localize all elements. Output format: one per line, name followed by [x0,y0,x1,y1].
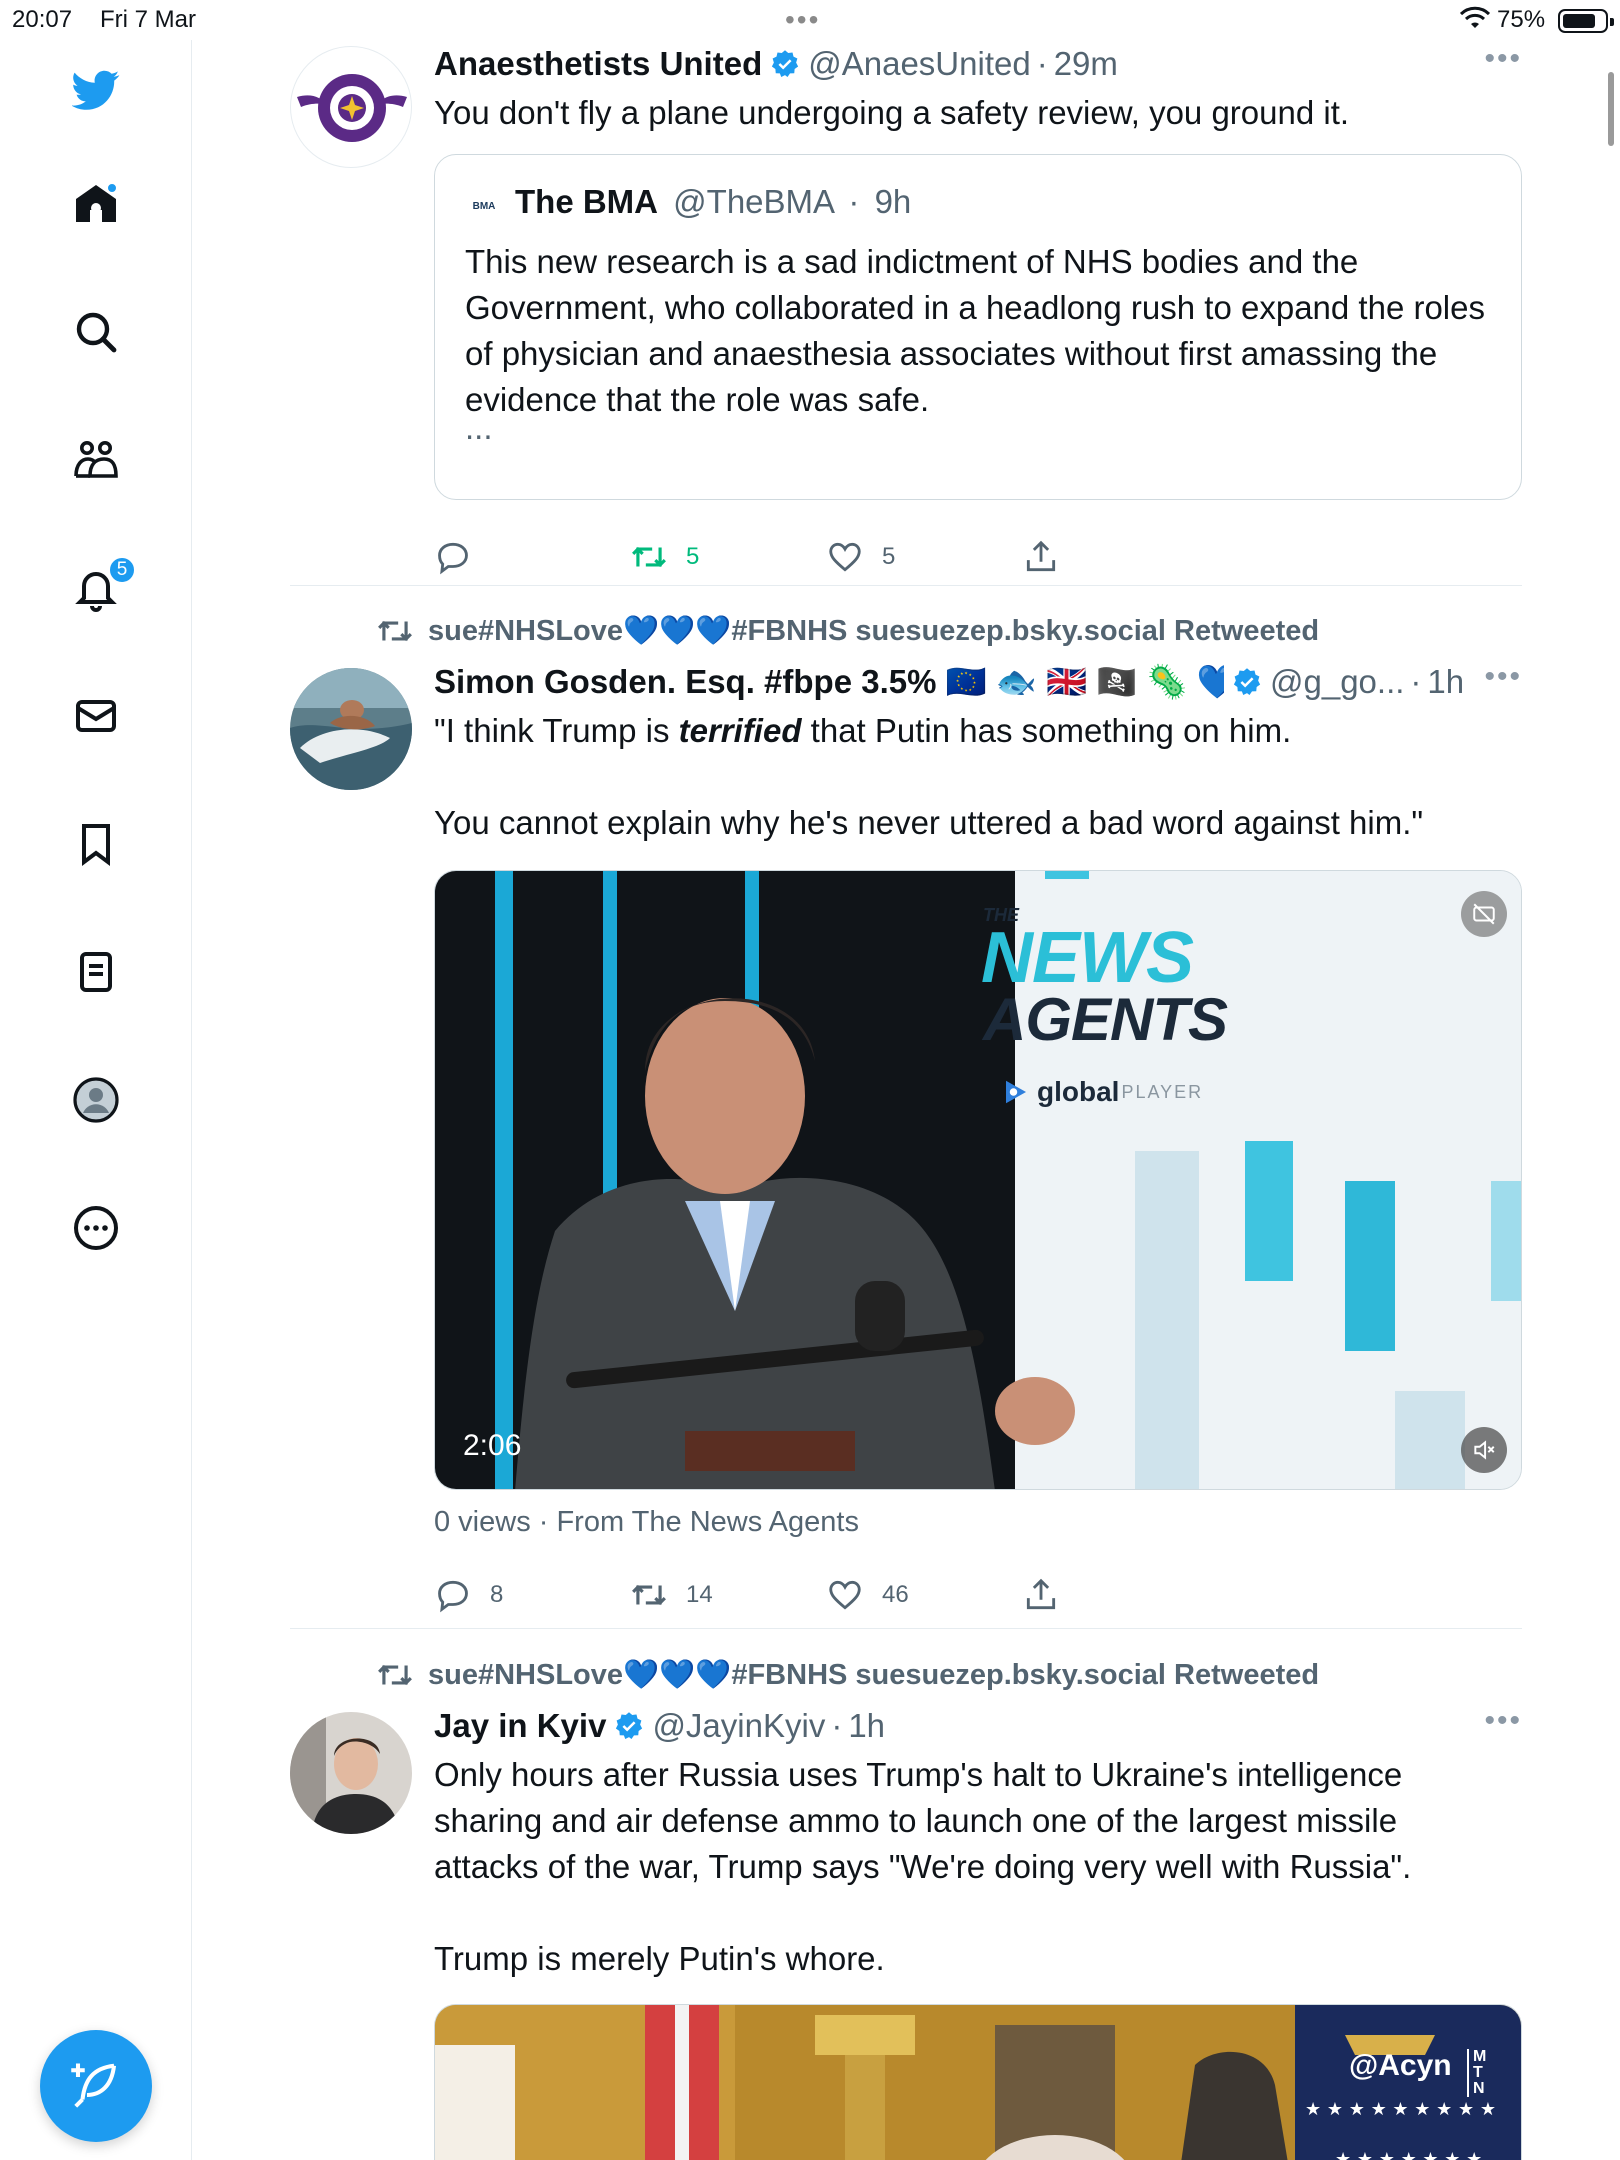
messages-icon[interactable] [66,686,126,746]
heart-icon [829,1580,861,1610]
like-button[interactable]: 5 [826,538,895,576]
video-duration: 2:06 [463,1429,522,1462]
home-icon[interactable] [66,174,126,234]
video-player[interactable]: THE NEWS AGENTS global PLAYER 2:06 [434,870,1522,1490]
wifi-icon [1460,6,1490,28]
bma-avatar[interactable]: BMA [463,185,505,227]
tweet-text: Only hours after Russia uses Trump's hal… [434,1756,1412,1977]
share-icon [1026,540,1056,572]
like-count: 5 [882,543,896,570]
scrollbar[interactable] [1608,72,1614,146]
sidebar: 5 [0,40,192,2160]
divider [290,1628,1522,1629]
retweet-icon [378,1664,412,1686]
brand-agents: AGENTS [983,986,1228,1053]
retweet-icon [632,1584,666,1606]
quoted-tweet[interactable]: BMA The BMA @TheBMA · 9h This new resear… [434,154,1522,500]
media-watermark: @Acyn [1349,2049,1452,2082]
quoted-author-name: The BMA [515,183,658,220]
share-button[interactable] [1022,1576,1078,1614]
author-name[interactable]: Simon Gosden. Esq. #fbpe 3.5% 🇪🇺 🐟 🇬🇧 🏴‍… [434,663,1224,702]
verified-badge-icon [616,1712,643,1739]
notifications-badge: 5 [108,556,136,584]
captions-toggle-button[interactable] [1461,891,1507,937]
video-frame [435,871,1521,1489]
retweeted-by-label[interactable]: sue#NHSLove💙💙💙#FBNHS suesuezep.bsky.soci… [376,1656,1319,1694]
like-button[interactable]: 46 [826,1576,909,1614]
retweet-icon [378,620,412,642]
compose-feather-icon [71,2063,117,2108]
tweet[interactable]: sue#NHSLove💙💙💙#FBNHS suesuezep.bsky.soci… [290,612,1522,1622]
reply-icon [438,542,468,575]
twitter-logo-icon[interactable] [66,60,126,120]
lists-icon[interactable] [66,942,126,1002]
battery-percent: 75% [1497,6,1546,33]
heart-icon [829,542,861,572]
home-unread-dot [106,182,118,194]
reply-count: 8 [490,1581,504,1608]
more-icon[interactable]: ••• [1484,42,1522,76]
avatar[interactable] [290,46,412,168]
video-views[interactable]: 0 views · From The News Agents [434,1506,859,1539]
tweet-text: You don't fly a plane undergoing a safet… [434,94,1350,131]
share-icon [1026,1578,1056,1610]
author-handle[interactable]: @AnaesUnited [808,45,1030,83]
status-bar: 20:07 Fri 7 Mar ••• 75% [0,0,1620,40]
media-channel-logo: MTN [1467,2049,1486,2097]
notifications-icon[interactable]: 5 [66,556,136,618]
battery-icon [1558,9,1614,33]
tweet-text: "I think Trump is terrified that Putin h… [434,712,1424,841]
speaker-muted-icon [1474,1440,1495,1460]
video-player[interactable]: ★ ★ ★ ★ ★ ★ ★ ★ ★ ★ ★ ★ ★ ★ ★ ★ @Acyn MT… [434,2004,1522,2160]
retweeted-by-label[interactable]: sue#NHSLove💙💙💙#FBNHS suesuezep.bsky.soci… [376,612,1319,650]
divider [290,585,1522,586]
author-name[interactable]: Anaesthetists United [434,45,762,83]
captions-off-icon [1473,903,1495,925]
retweet-icon [632,546,666,568]
avatar[interactable] [290,668,412,790]
reply-button[interactable] [434,538,490,576]
quoted-author-handle: @TheBMA [673,183,834,220]
quoted-tweet-text: This new research is a sad indictment of… [465,243,1495,418]
verified-badge-icon [772,50,799,77]
tweet-time[interactable]: 1h [848,1707,885,1745]
author-name[interactable]: Jay in Kyiv [434,1707,606,1745]
compose-tweet-button[interactable] [40,2030,152,2142]
status-date: Fri 7 Mar [100,6,196,33]
status-time: 20:07 [12,6,73,33]
svg-text:★ ★ ★ ★ ★ ★ ★: ★ ★ ★ ★ ★ ★ ★ [1335,2149,1482,2160]
more-options-icon[interactable] [66,1198,126,1258]
globalplayer-icon [1006,1080,1026,1104]
retweet-button[interactable]: 14 [630,1576,713,1614]
retweet-count: 5 [686,543,700,570]
search-icon[interactable] [66,302,126,362]
quoted-tweet-time: 9h [874,183,912,220]
communities-icon[interactable] [66,430,126,490]
like-count: 46 [882,1581,909,1608]
retweet-count: 14 [686,1581,713,1608]
globalplayer-logo: global PLAYER [1001,1076,1203,1108]
tweet[interactable]: sue#NHSLove💙💙💙#FBNHS suesuezep.bsky.soci… [290,1656,1522,2160]
more-icon[interactable]: ••• [1484,660,1522,694]
retweet-button[interactable]: 5 [630,538,699,576]
multitasking-dots[interactable]: ••• [785,4,820,36]
author-handle[interactable]: @JayinKyiv [652,1707,825,1745]
reply-button[interactable]: 8 [434,1576,503,1614]
mute-toggle-button[interactable] [1461,1427,1507,1473]
avatar[interactable] [290,1712,412,1834]
quoted-tweet-ellipsis: ... [465,409,493,446]
bookmarks-icon[interactable] [66,814,126,874]
share-button[interactable] [1022,538,1078,576]
reply-icon [438,1580,468,1613]
author-handle[interactable]: @g_go... [1270,663,1404,701]
svg-text:★ ★ ★ ★ ★ ★ ★ ★ ★: ★ ★ ★ ★ ★ ★ ★ ★ ★ [1305,2099,1496,2120]
more-icon[interactable]: ••• [1484,1704,1522,1738]
tweet-time[interactable]: 29m [1054,45,1118,83]
tweet-time[interactable]: 1h [1427,663,1464,701]
profile-avatar-icon[interactable] [66,1070,126,1130]
verified-badge-icon [1233,668,1261,695]
tweet[interactable]: Anaesthetists United @AnaesUnited · 29m … [290,42,1522,582]
